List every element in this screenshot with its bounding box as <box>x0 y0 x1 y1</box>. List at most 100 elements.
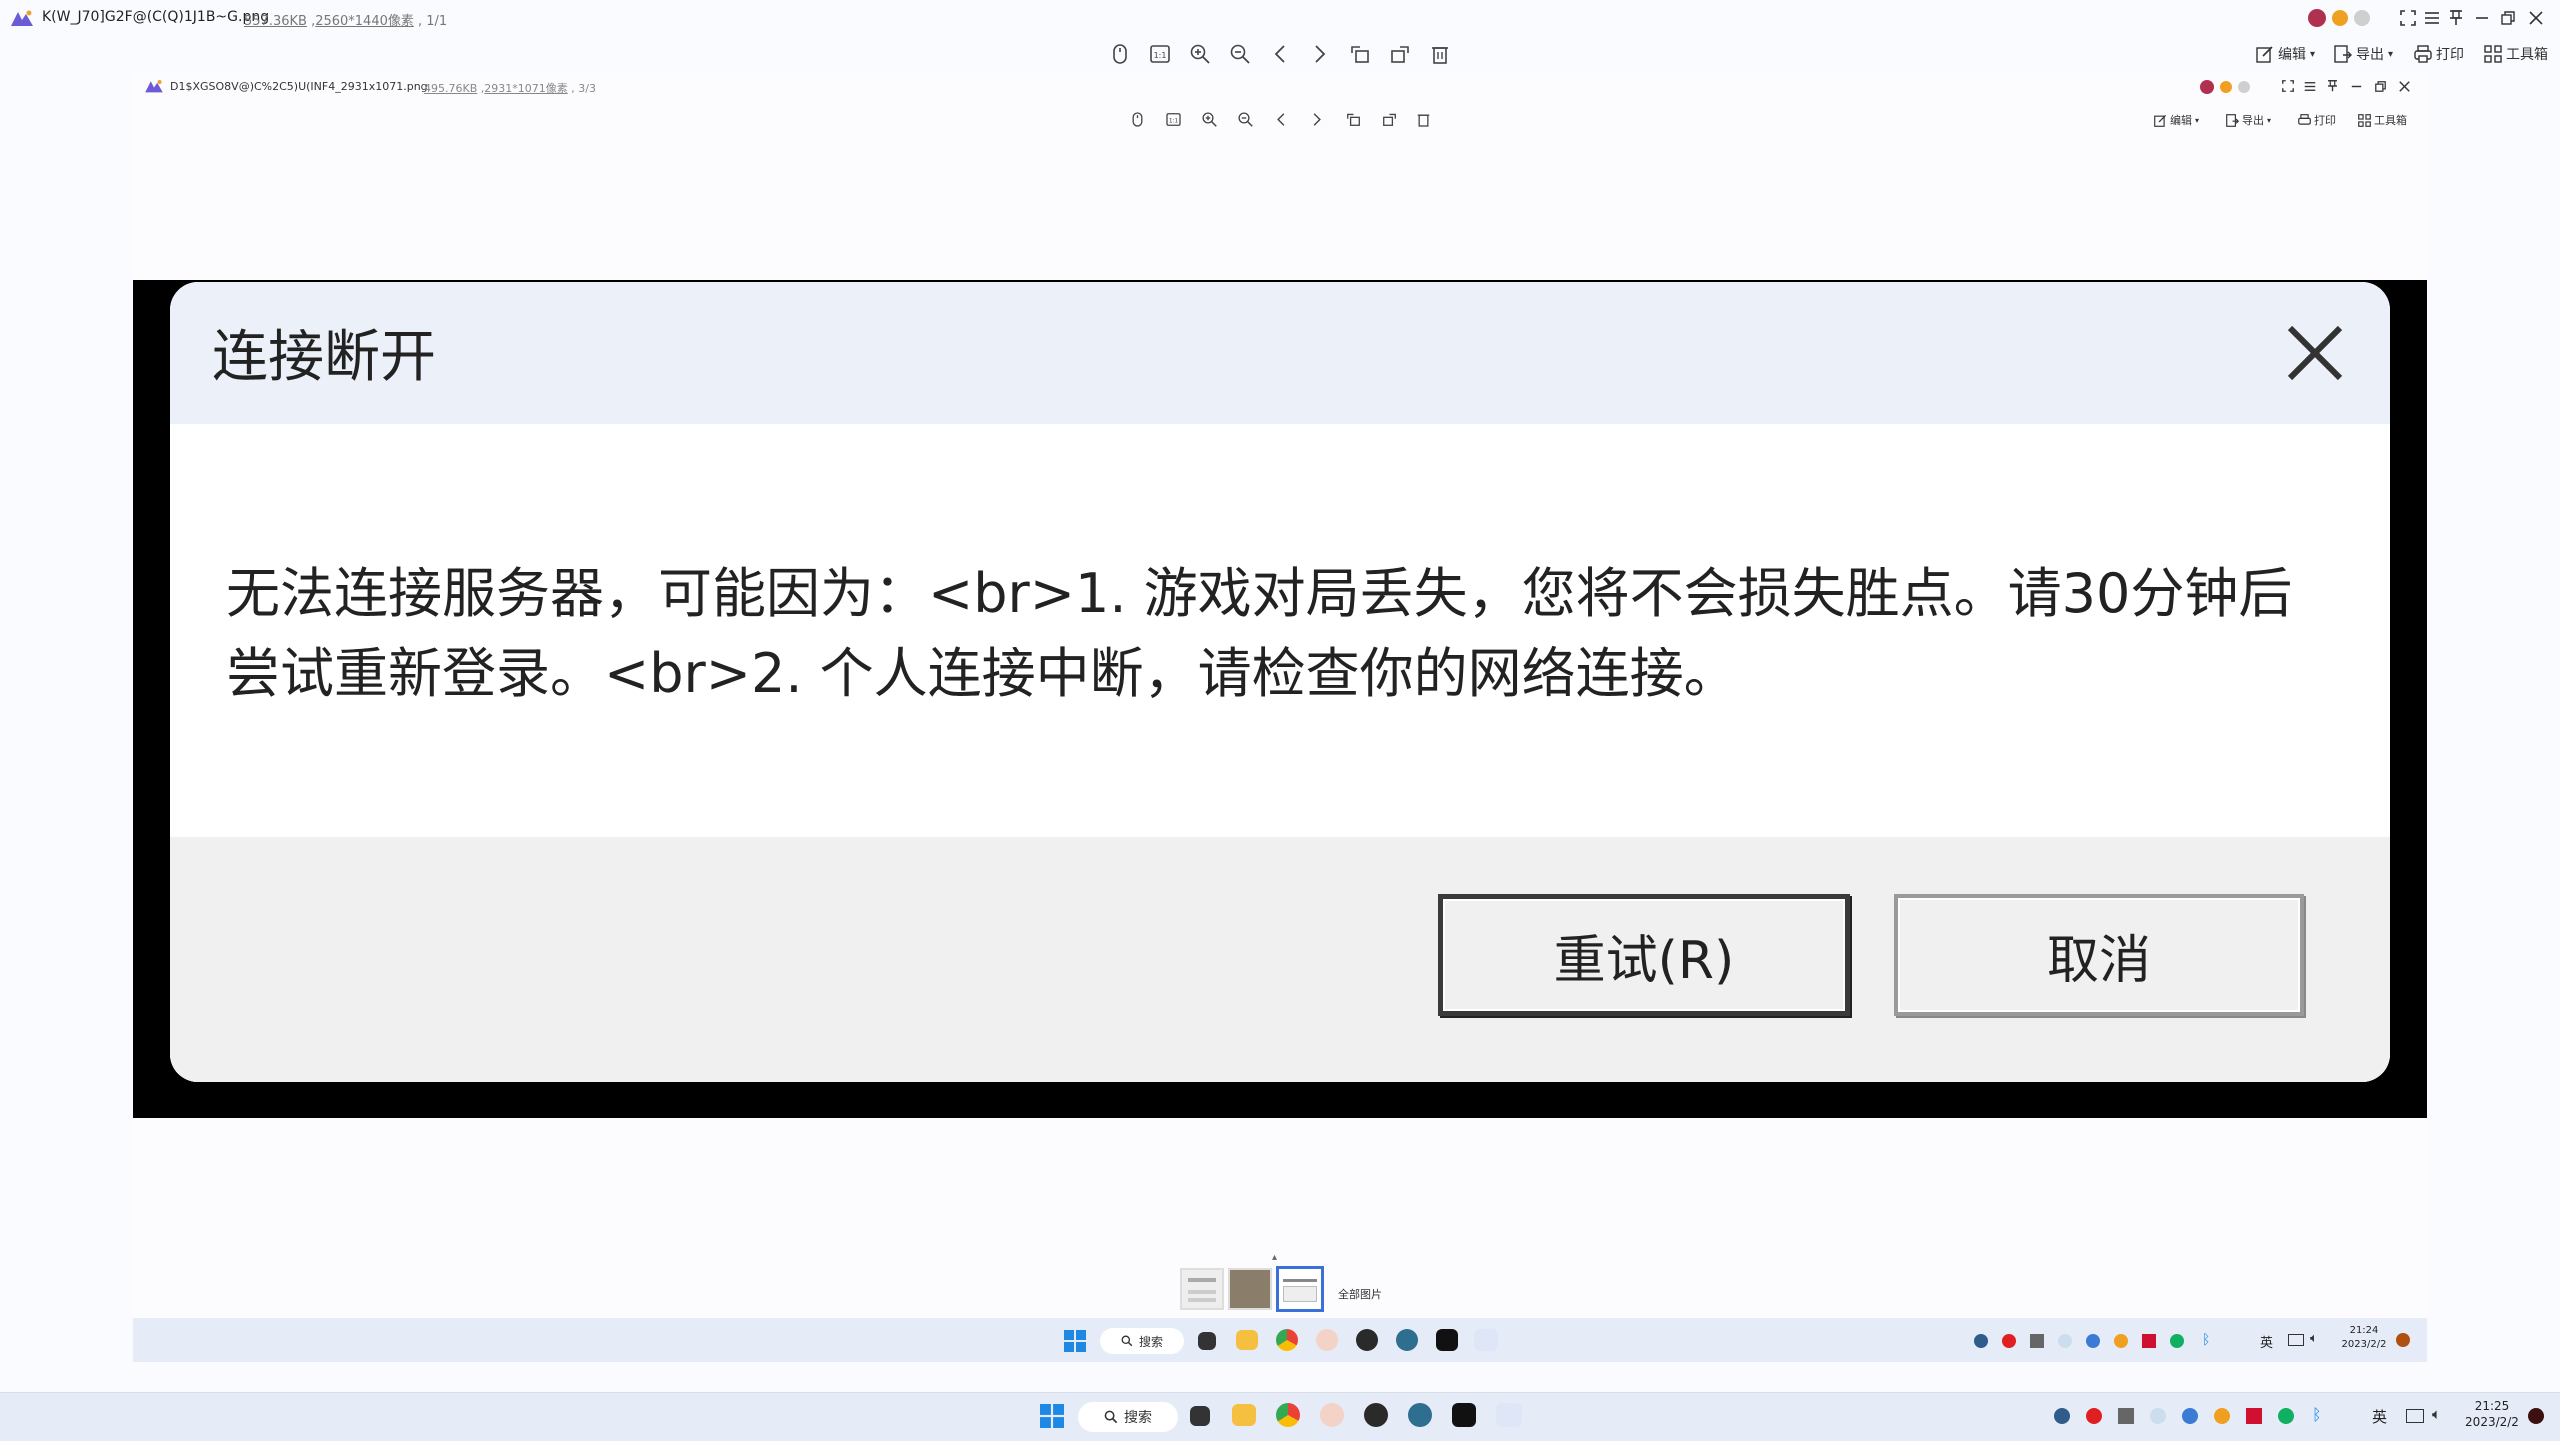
inner-settings-badge-icon[interactable] <box>2238 81 2250 93</box>
tray-icon-2[interactable] <box>2086 1408 2102 1424</box>
actual-size-icon[interactable]: 1:1 <box>1148 42 1172 66</box>
inner-zoom-in-icon[interactable] <box>1200 110 1218 128</box>
print-button[interactable]: 打印 <box>2414 44 2464 64</box>
inner-volume-icon[interactable]: 🔈︎ <box>2310 1331 2318 1346</box>
thumbnail-2[interactable] <box>1228 1268 1272 1310</box>
menu-icon[interactable] <box>2422 8 2442 28</box>
clock[interactable]: 21:25 2023/2/2 <box>2460 1398 2524 1430</box>
inner-restore-icon[interactable] <box>2372 78 2388 94</box>
windows-start-icon[interactable] <box>1040 1404 1064 1428</box>
inner-minimize-icon[interactable] <box>2348 78 2364 94</box>
inner-vip-badge-icon[interactable] <box>2220 81 2232 93</box>
cancel-button[interactable]: 取消 <box>1894 894 2304 1016</box>
inner-fullscreen-icon[interactable] <box>2280 78 2296 94</box>
inner-ime-indicator[interactable]: 英 <box>2260 1332 2273 1351</box>
ime-indicator[interactable]: 英 <box>2372 1406 2387 1427</box>
inner-image-viewer-icon[interactable] <box>1474 1329 1498 1351</box>
tray-wechat-icon[interactable] <box>2278 1408 2294 1424</box>
next-icon[interactable] <box>1308 42 1332 66</box>
inner-user-avatar[interactable] <box>2200 80 2214 94</box>
restore-icon[interactable] <box>2498 8 2518 28</box>
inner-tray-icon-2[interactable] <box>2002 1334 2016 1348</box>
inner-league-icon[interactable] <box>1356 1329 1378 1351</box>
inner-pin-icon[interactable] <box>2324 78 2340 94</box>
inner-mouse-mode-icon[interactable] <box>1128 110 1146 128</box>
inner-print-button[interactable]: 打印 <box>2298 112 2336 128</box>
inner-capcut-icon[interactable] <box>1436 1329 1458 1351</box>
edit-menu[interactable]: 编辑 ▾ <box>2256 44 2315 64</box>
vip-badge-icon[interactable] <box>2332 10 2348 26</box>
inner-menu-icon[interactable] <box>2302 78 2318 94</box>
inner-tray-icon-6[interactable] <box>2142 1334 2156 1348</box>
inner-tray-icon-4[interactable] <box>2086 1334 2100 1348</box>
dialog-close-icon[interactable] <box>2280 318 2350 388</box>
inner-tray-qr-icon[interactable] <box>2030 1334 2044 1348</box>
inner-windows-start-icon[interactable] <box>1064 1330 1086 1352</box>
toolbox-button[interactable]: 工具箱 <box>2484 44 2548 64</box>
tray-qr-icon[interactable] <box>2118 1408 2134 1424</box>
thumbnail-collapse-icon[interactable]: ▴ <box>1272 1252 1277 1263</box>
inner-app-icon-2[interactable] <box>1396 1329 1418 1351</box>
rotate-right-icon[interactable] <box>1388 42 1412 66</box>
inner-export-menu[interactable]: 导出 ▾ <box>2226 112 2271 128</box>
inner-taskbar-search[interactable]: 搜索 <box>1100 1328 1184 1354</box>
previous-icon[interactable] <box>1268 42 1292 66</box>
league-icon[interactable] <box>1364 1403 1388 1427</box>
inner-notification-badge-icon[interactable] <box>2396 1333 2410 1347</box>
thumbnail-3-selected[interactable] <box>1276 1266 1324 1312</box>
app-icon-2[interactable] <box>1408 1403 1432 1427</box>
inner-rotate-right-icon[interactable] <box>1380 110 1398 128</box>
close-icon[interactable] <box>2526 8 2546 28</box>
inner-clock[interactable]: 21:24 2023/2/2 <box>2336 1324 2392 1352</box>
volume-icon[interactable]: 🔈︎ <box>2432 1405 2441 1423</box>
inner-tray-icon-1[interactable] <box>1974 1334 1988 1348</box>
inner-app-icon-1[interactable] <box>1316 1329 1338 1351</box>
inner-tray-icon-5[interactable] <box>2114 1334 2128 1348</box>
mouse-mode-icon[interactable] <box>1108 42 1132 66</box>
retry-button[interactable]: 重试(R) <box>1438 894 1850 1016</box>
taskbar-search[interactable]: 搜索 <box>1078 1402 1178 1432</box>
tray-icon-1[interactable] <box>2054 1408 2070 1424</box>
inner-network-icon[interactable] <box>2288 1334 2304 1346</box>
inner-previous-icon[interactable] <box>1272 110 1290 128</box>
inner-chrome-icon[interactable] <box>1276 1329 1298 1351</box>
inner-delete-icon[interactable] <box>1414 110 1432 128</box>
inner-edit-menu[interactable]: 编辑 ▾ <box>2154 112 2199 128</box>
network-icon[interactable] <box>2406 1409 2424 1423</box>
inner-task-view-icon[interactable] <box>1198 1332 1216 1350</box>
tray-icon-6[interactable] <box>2246 1408 2262 1424</box>
bluetooth-icon[interactable]: ᛒ <box>2312 1405 2322 1424</box>
minimize-icon[interactable] <box>2472 8 2492 28</box>
inner-rotate-left-icon[interactable] <box>1344 110 1362 128</box>
zoom-out-icon[interactable] <box>1228 42 1252 66</box>
all-images-link[interactable]: 全部图片 <box>1338 1286 1382 1302</box>
tray-icon-3[interactable] <box>2150 1408 2166 1424</box>
inner-toolbox-button[interactable]: 工具箱 <box>2358 112 2407 128</box>
notification-badge-icon[interactable] <box>2528 1408 2544 1424</box>
inner-close-icon[interactable] <box>2396 78 2412 94</box>
delete-icon[interactable] <box>1428 42 1452 66</box>
export-menu[interactable]: 导出 ▾ <box>2334 44 2393 64</box>
inner-file-explorer-icon[interactable] <box>1236 1330 1258 1350</box>
zoom-in-icon[interactable] <box>1188 42 1212 66</box>
inner-tray-icon-3[interactable] <box>2058 1334 2072 1348</box>
pin-icon[interactable] <box>2446 8 2466 28</box>
chrome-icon[interactable] <box>1276 1403 1300 1427</box>
tray-icon-4[interactable] <box>2182 1408 2198 1424</box>
user-avatar[interactable] <box>2308 9 2326 27</box>
task-view-icon[interactable] <box>1190 1406 1210 1426</box>
file-explorer-icon[interactable] <box>1232 1404 1256 1426</box>
rotate-left-icon[interactable] <box>1348 42 1372 66</box>
image-viewer-icon[interactable] <box>1496 1403 1522 1427</box>
tray-icon-5[interactable] <box>2214 1408 2230 1424</box>
inner-zoom-out-icon[interactable] <box>1236 110 1254 128</box>
capcut-icon[interactable] <box>1452 1403 1476 1427</box>
inner-tray-wechat-icon[interactable] <box>2170 1334 2184 1348</box>
fullscreen-icon[interactable] <box>2398 8 2418 28</box>
inner-actual-size-icon[interactable]: 1:1 <box>1164 110 1182 128</box>
app-icon-1[interactable] <box>1320 1403 1344 1427</box>
thumbnail-1[interactable] <box>1180 1268 1224 1310</box>
inner-bluetooth-icon[interactable]: ᛒ <box>2202 1332 2210 1348</box>
settings-badge-icon[interactable] <box>2354 10 2370 26</box>
inner-next-icon[interactable] <box>1308 110 1326 128</box>
